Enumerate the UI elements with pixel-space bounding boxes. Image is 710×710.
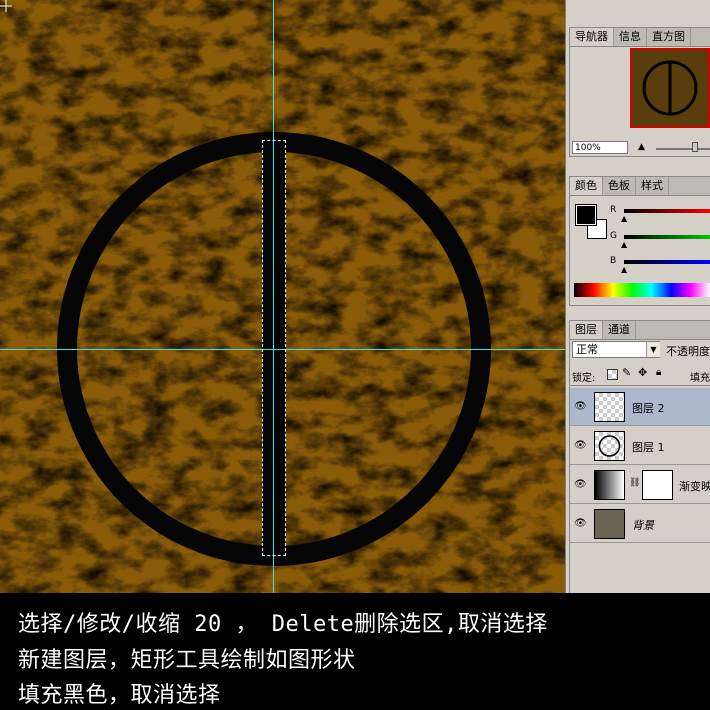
zoom-slider[interactable]	[656, 148, 710, 150]
caption-line-2: 新建图层，矩形工具绘制如图形状	[18, 648, 356, 673]
eye-icon[interactable]: 👁︎	[574, 479, 587, 490]
tab-styles[interactable]: 样式	[636, 177, 669, 195]
channel-r-slider[interactable]	[624, 209, 710, 213]
fill-label: 填充	[690, 373, 710, 384]
zoom-slider-handle[interactable]	[692, 142, 698, 152]
layer-mask-thumbnail[interactable]	[642, 470, 673, 500]
foreground-color-swatch[interactable]	[575, 204, 597, 226]
tab-swatches[interactable]: 色板	[603, 177, 636, 195]
channel-g-handle-icon[interactable]: ▲	[621, 240, 627, 249]
tutorial-caption: 选择/修改/收缩 20 ， Delete删除选区,取消选择 新建图层，矩形工具绘…	[0, 593, 710, 710]
opacity-label: 不透明度	[666, 345, 710, 358]
layer1-thumbnail	[594, 431, 625, 461]
lock-all-icon[interactable]: 🔒︎	[656, 367, 661, 378]
tab-navigator[interactable]: 导航器	[570, 28, 614, 46]
color-ramp[interactable]	[574, 283, 710, 297]
tab-layers[interactable]: 图层	[570, 321, 603, 339]
channel-g-label: G	[610, 231, 617, 241]
layers-panel: 图层 通道 正常 ▼ 不透明度 锁定: ✎ ✥ 🔒︎ 填充 👁︎ 图层 2 👁︎…	[569, 320, 710, 593]
channel-b: B	[610, 256, 616, 270]
channel-r-handle-icon[interactable]: ▲	[621, 214, 627, 223]
color-tabs: 颜色 色板 样式	[570, 177, 710, 196]
layer-row-layer2[interactable]: 👁︎ 图层 2	[570, 388, 710, 426]
lock-label: 锁定:	[572, 373, 596, 384]
lock-move-icon[interactable]: ✥	[638, 366, 647, 379]
navigator-tabs: 导航器 信息 直方图	[570, 28, 710, 47]
channel-b-handle-icon[interactable]: ▲	[621, 265, 627, 274]
lock-transparent-icon[interactable]	[607, 369, 618, 380]
eye-icon[interactable]: 👁︎	[574, 401, 587, 412]
channel-g-slider[interactable]	[624, 235, 710, 239]
channel-r: R	[610, 205, 616, 219]
document-canvas[interactable]	[0, 0, 565, 593]
layers-tabs: 图层 通道	[570, 321, 710, 340]
ring-thumbnail-icon	[598, 435, 621, 457]
zoom-field[interactable]: 100%	[572, 141, 628, 154]
layer-row-gradient-map[interactable]: 👁︎ ⛓ 渐变映	[570, 466, 710, 504]
layer2-thumbnail	[594, 392, 625, 422]
navigator-thumbnail-icon	[642, 60, 698, 116]
color-panel: 颜色 色板 样式 R ▲ G ▲ B ▲	[569, 176, 710, 306]
caption-line-1: 选择/修改/收缩 20 ， Delete删除选区,取消选择	[18, 612, 548, 637]
channel-g: G	[610, 231, 617, 245]
navigator-panel: 导航器 信息 直方图 100% ▲	[569, 27, 710, 157]
eye-icon[interactable]: 👁︎	[574, 440, 587, 451]
gradient-map-thumbnail	[594, 470, 625, 500]
layer-row-background[interactable]: 👁︎ 背景	[570, 505, 710, 543]
tab-color[interactable]: 颜色	[570, 177, 603, 195]
tab-info[interactable]: 信息	[614, 28, 647, 46]
dropdown-arrow-icon[interactable]: ▼	[646, 342, 660, 357]
navigator-preview[interactable]	[630, 48, 710, 128]
lock-brush-icon[interactable]: ✎	[622, 366, 631, 379]
caption-line-3: 填充黑色，取消选择	[18, 683, 221, 708]
panel-dock: 导航器 信息 直方图 100% ▲ 颜色 色板 样式 R ▲ G ▲ B ▲ 图…	[565, 0, 710, 593]
selection-marquee	[262, 140, 286, 556]
layer-name: 背景	[632, 519, 654, 532]
zoom-out-icon[interactable]: ▲	[638, 142, 645, 152]
layer-name: 渐变映	[679, 480, 710, 493]
crosshair-cursor-icon	[0, 0, 12, 12]
tab-histogram[interactable]: 直方图	[647, 28, 691, 46]
channel-b-label: B	[610, 256, 617, 266]
tab-channels[interactable]: 通道	[603, 321, 636, 339]
channel-b-slider[interactable]	[624, 260, 710, 264]
layer-name: 图层 1	[632, 441, 665, 454]
background-thumbnail	[594, 509, 625, 539]
eye-icon[interactable]: 👁︎	[574, 518, 587, 529]
layer-row-layer1[interactable]: 👁︎ 图层 1	[570, 427, 710, 465]
channel-r-label: R	[610, 205, 617, 215]
layer-name: 图层 2	[632, 402, 665, 415]
layers-divider	[570, 385, 710, 386]
link-icon[interactable]: ⛓	[629, 478, 640, 488]
